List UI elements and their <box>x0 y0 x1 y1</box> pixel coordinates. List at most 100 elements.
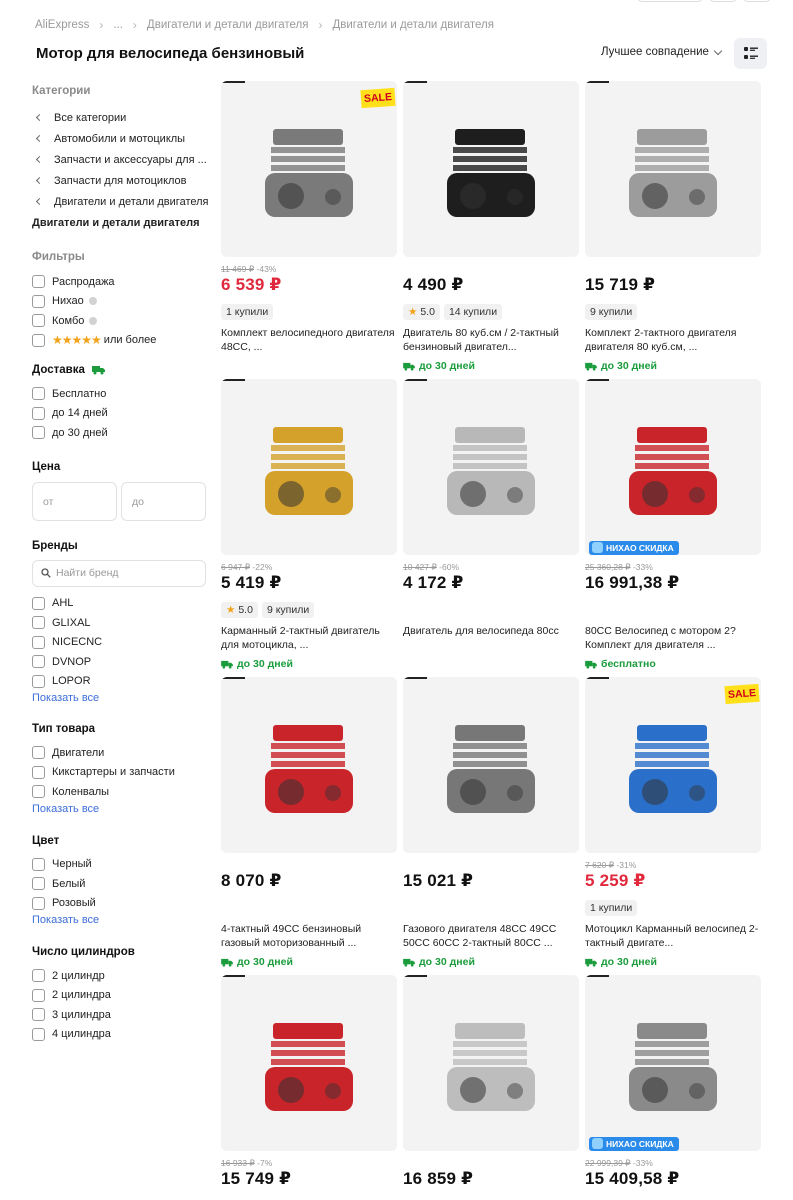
type-option[interactable]: Коленвалы <box>32 782 212 802</box>
product-title[interactable]: Комплект велосипедного двигателя 48CC, .… <box>221 327 397 354</box>
delivery-option[interactable]: Бесплатно <box>32 384 212 404</box>
product-card[interactable]: НИХАО СКИДКА 22 999,39 ₽ -33% 15 409,58 ₽ <box>585 975 761 1200</box>
sort-dropdown[interactable]: Лучшее совпадение <box>601 46 723 58</box>
product-image[interactable] <box>221 677 397 853</box>
price-to-input[interactable]: до <box>121 481 206 521</box>
rating-value: 5.0 <box>420 305 435 318</box>
checkbox[interactable] <box>32 333 45 347</box>
category-link[interactable]: Все категории <box>32 107 212 128</box>
breadcrumb-item[interactable]: Двигатели и детали двигателя <box>147 19 309 31</box>
product-title[interactable]: Двигатель для велосипеда 80cc <box>403 625 579 652</box>
top-button[interactable] <box>743 0 771 2</box>
product-card[interactable]: 15 021 ₽ Газового двигателя 48CC 49CC 50C… <box>403 677 579 968</box>
top-button[interactable] <box>637 0 703 2</box>
cylinder-option[interactable]: 3 цилиндра <box>32 1005 212 1025</box>
product-image[interactable]: НИХАО СКИДКА <box>585 379 761 555</box>
product-image[interactable] <box>403 379 579 555</box>
checkbox[interactable] <box>32 387 45 401</box>
category-link[interactable]: Запчасти для мотоциклов <box>32 170 212 191</box>
product-title[interactable]: Двигатель 80 куб.см / 2-тактный бензинов… <box>403 327 579 354</box>
product-title[interactable]: Карманный 2-тактный двигатель для мотоци… <box>221 625 397 652</box>
product-card[interactable]: 6 947 ₽ -22% 5 419 ₽ ★ 5.0 9 купили Карманны… <box>221 379 397 670</box>
cylinder-option[interactable]: 2 цилиндра <box>32 986 212 1006</box>
checkbox[interactable] <box>32 314 45 328</box>
delivery-option[interactable]: до 30 дней <box>32 423 212 443</box>
top-button[interactable] <box>709 0 737 2</box>
product-image[interactable] <box>403 975 579 1151</box>
info-icon[interactable] <box>88 297 97 306</box>
filter-sale[interactable]: Распродажа <box>32 272 212 292</box>
brand-option[interactable]: LOPOR <box>32 672 212 692</box>
product-image[interactable]: SALE <box>585 677 761 853</box>
filter-nihao[interactable]: Нихао <box>32 292 212 312</box>
info-icon[interactable] <box>89 316 98 325</box>
checkbox[interactable] <box>32 294 45 308</box>
product-image[interactable] <box>221 975 397 1151</box>
delivery-option[interactable]: до 14 дней <box>32 404 212 424</box>
product-card[interactable]: 16 859 ₽ <box>403 975 579 1200</box>
filter-rating[interactable]: ★★★★★ или более <box>32 331 212 351</box>
checkbox[interactable] <box>32 406 45 420</box>
type-option[interactable]: Кикстартеры и запчасти <box>32 763 212 783</box>
type-option[interactable]: Двигатели <box>32 743 212 763</box>
product-image[interactable] <box>403 81 579 257</box>
brand-option[interactable]: DVNOP <box>32 652 212 672</box>
product-image[interactable]: SALE <box>221 81 397 257</box>
product-image[interactable] <box>585 81 761 257</box>
show-all-brands-link[interactable]: Показать все <box>32 692 212 704</box>
brand-option[interactable]: NICECNC <box>32 633 212 653</box>
category-link[interactable]: Двигатели и детали двигателя <box>32 191 212 212</box>
checkbox[interactable] <box>32 857 45 871</box>
view-toggle-button[interactable] <box>734 38 767 69</box>
checkbox[interactable] <box>32 426 45 440</box>
product-card[interactable]: НИХАО СКИДКА 25 360,28 ₽ -33% 16 991,38 ₽ 8… <box>585 379 761 670</box>
cylinder-option[interactable]: 2 цилиндр <box>32 966 212 986</box>
product-card[interactable]: 15 719 ₽ 9 купили Комплект 2-тактного двиг… <box>585 81 761 372</box>
filter-combo[interactable]: Комбо <box>32 311 212 331</box>
product-card[interactable]: 8 070 ₽ 4-тактный 49CC бензиновый газовый… <box>221 677 397 968</box>
breadcrumb-item[interactable]: Двигатели и детали двигателя <box>332 19 494 31</box>
checkbox[interactable] <box>32 674 45 688</box>
product-card[interactable]: SALE 7 620 ₽ -31% 5 259 ₽ 1 купили Мотоцикл … <box>585 677 761 968</box>
cylinder-option[interactable]: 4 цилиндра <box>32 1025 212 1045</box>
checkbox[interactable] <box>32 275 45 289</box>
product-title[interactable]: Мотоцикл Карманный велосипед 2-тактный д… <box>585 923 761 950</box>
product-title[interactable]: 4-тактный 49CC бензиновый газовый мотори… <box>221 923 397 950</box>
checkbox[interactable] <box>32 988 45 1002</box>
product-title[interactable]: Газового двигателя 48CC 49CC 50CC 60CC 2… <box>403 923 579 950</box>
checkbox[interactable] <box>32 896 45 910</box>
color-option[interactable]: Розовый <box>32 894 212 914</box>
category-link[interactable]: Запчасти и аксессуары для ... <box>32 149 212 170</box>
checkbox[interactable] <box>32 1027 45 1041</box>
price-from-input[interactable]: от <box>32 481 117 521</box>
product-title[interactable]: Комплект 2-тактного двигателя двигателя … <box>585 327 761 354</box>
checkbox[interactable] <box>32 596 45 610</box>
product-image[interactable]: НИХАО СКИДКА <box>585 975 761 1151</box>
show-all-colors-link[interactable]: Показать все <box>32 914 212 926</box>
brand-option[interactable]: AHL <box>32 594 212 614</box>
show-all-types-link[interactable]: Показать все <box>32 803 212 815</box>
checkbox[interactable] <box>32 765 45 779</box>
color-option[interactable]: Белый <box>32 874 212 894</box>
category-link[interactable]: Автомобили и мотоциклы <box>32 128 212 149</box>
checkbox[interactable] <box>32 969 45 983</box>
checkbox[interactable] <box>32 655 45 669</box>
product-card[interactable]: 16 933 ₽ -7% 15 749 ₽ <box>221 975 397 1200</box>
product-card[interactable]: 4 490 ₽ ★ 5.0 14 купили Двигатель 80 куб.см… <box>403 81 579 372</box>
checkbox[interactable] <box>32 635 45 649</box>
checkbox[interactable] <box>32 746 45 760</box>
product-image[interactable] <box>403 677 579 853</box>
checkbox[interactable] <box>32 785 45 799</box>
checkbox[interactable] <box>32 616 45 630</box>
product-card[interactable]: SALE 11 469 ₽ -43% 6 539 ₽ 1 купили Комплект… <box>221 81 397 354</box>
product-image[interactable] <box>221 379 397 555</box>
product-card[interactable]: 10 427 ₽ -60% 4 172 ₽ Двигатель для велоси… <box>403 379 579 652</box>
product-title[interactable]: 80CC Велосипед с мотором 2? Комплект для… <box>585 625 761 652</box>
breadcrumb-item[interactable]: AliExpress <box>35 19 89 31</box>
breadcrumb-item[interactable]: ... <box>113 19 123 31</box>
checkbox[interactable] <box>32 1008 45 1022</box>
brand-search-input[interactable]: Найти бренд <box>32 559 206 587</box>
brand-option[interactable]: GLIXAL <box>32 613 212 633</box>
checkbox[interactable] <box>32 877 45 891</box>
color-option[interactable]: Черный <box>32 855 212 875</box>
